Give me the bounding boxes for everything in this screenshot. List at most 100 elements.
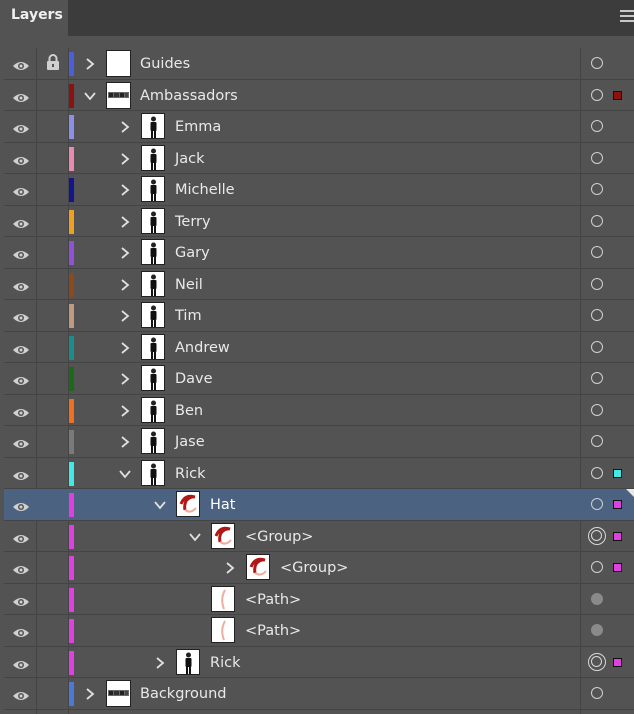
target-circle-icon[interactable] <box>591 592 603 605</box>
eye-icon[interactable] <box>12 120 30 133</box>
layer-row-andrew[interactable]: Andrew <box>4 332 634 363</box>
layer-row-ben[interactable]: Ben <box>4 395 634 426</box>
layer-row-ambassadors[interactable]: Ambassadors <box>4 80 634 111</box>
layer-row-neil[interactable]: Neil <box>4 269 634 300</box>
target-circle-icon[interactable] <box>591 120 603 132</box>
layer-row-rick[interactable]: Rick <box>4 458 634 489</box>
layer-row-michelle[interactable]: Michelle <box>4 174 634 206</box>
selection-square-icon[interactable] <box>613 657 622 667</box>
target-circle-icon[interactable] <box>591 246 603 258</box>
layer-thumbnail <box>106 81 131 109</box>
chevron-right-icon[interactable] <box>84 686 96 700</box>
target-circle-icon[interactable] <box>591 466 603 479</box>
selection-square-icon[interactable] <box>613 90 622 100</box>
eye-icon[interactable] <box>12 404 30 417</box>
selection-square-icon[interactable] <box>613 531 622 541</box>
layer-row-emma[interactable]: Emma <box>4 111 634 143</box>
eye-icon[interactable] <box>12 152 30 165</box>
tab-layers[interactable]: Layers <box>0 0 68 36</box>
target-circle-icon[interactable] <box>591 403 603 416</box>
chevron-right-icon[interactable] <box>119 403 131 417</box>
target-circle-icon[interactable] <box>591 151 603 164</box>
chevron-down-icon[interactable] <box>154 497 166 511</box>
layer-row-path[interactable]: <Path> <box>4 584 634 615</box>
target-circle-icon[interactable] <box>591 372 603 384</box>
chevron-right-icon[interactable] <box>154 655 166 669</box>
target-circle-icon[interactable] <box>591 214 603 227</box>
chevron-down-icon[interactable] <box>189 529 201 543</box>
chevron-down-icon[interactable] <box>119 466 131 480</box>
layer-color-swatch <box>69 461 74 486</box>
target-circle-icon[interactable] <box>591 340 603 353</box>
layer-row-path[interactable]: <Path> <box>4 615 634 647</box>
layer-name: Jase <box>175 434 205 450</box>
layer-row-gary[interactable]: Gary <box>4 237 634 269</box>
layer-color-swatch <box>69 430 74 454</box>
eye-icon[interactable] <box>12 624 30 637</box>
layer-row-jase[interactable]: Jase <box>4 426 634 458</box>
layer-row-group[interactable]: <Group> <box>4 521 634 552</box>
layer-color-swatch <box>69 493 74 517</box>
eye-icon[interactable] <box>12 435 30 448</box>
layer-name: Andrew <box>175 339 230 356</box>
layer-row-terry[interactable]: Terry <box>4 206 634 237</box>
eye-icon[interactable] <box>12 183 30 196</box>
eye-icon[interactable] <box>12 215 30 228</box>
target-circle-icon[interactable] <box>591 561 603 573</box>
lock-icon[interactable] <box>46 54 60 70</box>
chevron-right-icon[interactable] <box>119 151 131 165</box>
eye-icon[interactable] <box>12 498 30 511</box>
target-circle-icon[interactable] <box>588 526 606 545</box>
chevron-right-icon[interactable] <box>119 371 131 385</box>
chevron-right-icon[interactable] <box>119 434 131 448</box>
layer-row-tim[interactable]: Tim <box>4 300 634 332</box>
eye-icon[interactable] <box>12 309 30 322</box>
target-circle-icon[interactable] <box>588 652 606 671</box>
chevron-right-icon[interactable] <box>224 560 236 574</box>
eye-icon[interactable] <box>12 89 30 102</box>
layer-row-guides[interactable]: Guides <box>4 48 634 80</box>
target-circle-icon[interactable] <box>591 88 603 101</box>
target-circle-icon[interactable] <box>591 309 603 321</box>
chevron-right-icon[interactable] <box>119 119 131 133</box>
chevron-right-icon[interactable] <box>119 340 131 354</box>
eye-icon[interactable] <box>12 687 30 700</box>
eye-icon[interactable] <box>12 467 30 480</box>
target-circle-icon[interactable] <box>591 498 603 510</box>
eye-icon[interactable] <box>12 278 30 291</box>
target-circle-icon[interactable] <box>591 57 603 69</box>
eye-icon[interactable] <box>12 593 30 606</box>
eye-icon[interactable] <box>12 341 30 354</box>
eye-icon[interactable] <box>12 246 30 259</box>
chevron-right-icon[interactable] <box>119 214 131 228</box>
hamburger-menu-icon[interactable] <box>620 10 634 22</box>
layer-row-jack[interactable]: Jack <box>4 143 634 174</box>
target-circle-icon[interactable] <box>591 277 603 290</box>
chevron-right-icon[interactable] <box>84 56 96 70</box>
eye-icon[interactable] <box>12 372 30 385</box>
layer-row-group[interactable]: <Group> <box>4 552 634 584</box>
eye-icon[interactable] <box>12 57 30 70</box>
layer-name: Michelle <box>175 182 235 198</box>
eye-icon[interactable] <box>12 561 30 574</box>
chevron-down-icon[interactable] <box>84 88 96 102</box>
layer-row-dave[interactable]: Dave <box>4 363 634 395</box>
layer-row-rick[interactable]: Rick <box>4 647 634 678</box>
layer-thumbnail <box>106 50 131 77</box>
target-circle-icon[interactable] <box>591 435 603 447</box>
target-circle-icon[interactable] <box>591 687 603 699</box>
chevron-right-icon[interactable] <box>119 182 131 196</box>
layer-row-background[interactable]: Background <box>4 678 634 710</box>
chevron-right-icon[interactable] <box>119 308 131 322</box>
selection-square-icon[interactable] <box>613 563 622 572</box>
chevron-right-icon[interactable] <box>119 245 131 259</box>
eye-icon[interactable] <box>12 530 30 543</box>
layer-row-hat[interactable]: Hat <box>4 489 634 521</box>
selection-square-icon[interactable] <box>613 468 622 478</box>
selection-square-icon[interactable] <box>613 500 622 509</box>
eye-icon[interactable] <box>12 656 30 669</box>
layer-name: Gary <box>175 245 210 261</box>
chevron-right-icon[interactable] <box>119 277 131 291</box>
target-circle-icon[interactable] <box>591 624 603 636</box>
target-circle-icon[interactable] <box>591 183 603 195</box>
